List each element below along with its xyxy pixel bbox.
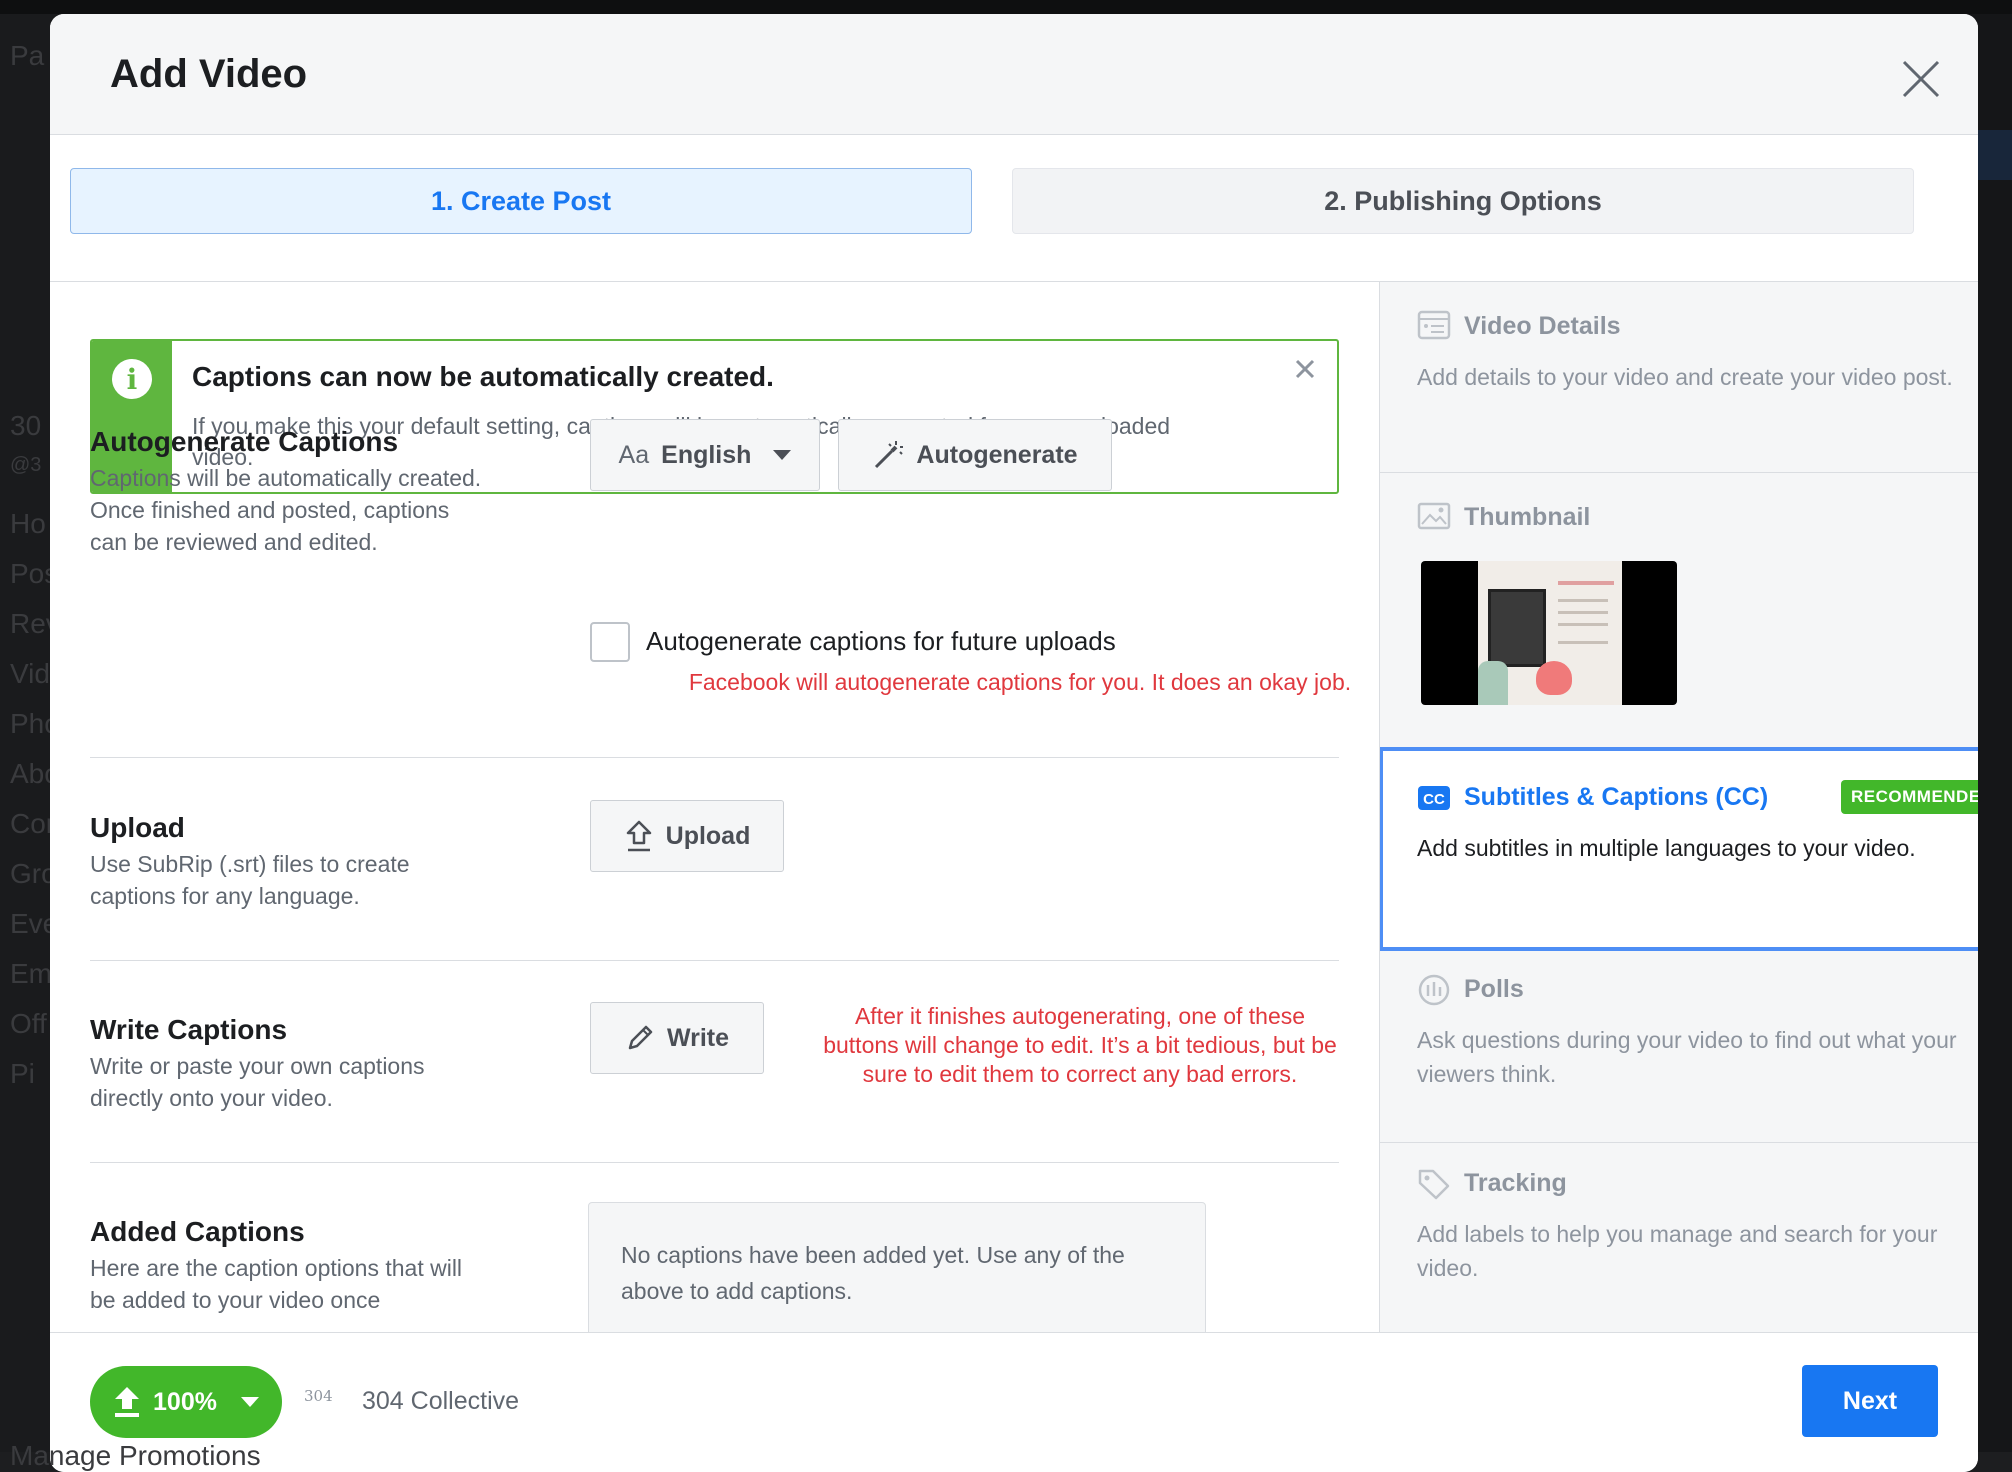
thumb-line [1558,611,1608,614]
step-tabs: 1. Create Post 2. Publishing Options [50,135,1978,282]
magic-wand-icon [875,441,904,469]
pencil-icon [628,1025,653,1050]
sidebar-item-label: Subtitles & Captions (CC) [1464,783,1769,811]
sidebar-item-polls[interactable]: Polls Ask questions during your video to… [1380,951,1978,1143]
divider [90,1162,1339,1163]
write-button[interactable]: Write [590,1002,764,1074]
close-icon[interactable] [1898,56,1944,102]
annotation-write: After it finishes autogenerating, one of… [823,1003,1337,1087]
poll-icon [1418,974,1450,1006]
background-topbar [0,0,2012,14]
modal-header: Add Video [50,14,1978,135]
captions-panel: i Captions can now be automatically crea… [50,282,1379,1332]
autogenerate-future-label: Autogenerate captions for future uploads [646,626,1116,656]
thumb-line [1558,641,1608,644]
sidebar-item-label: Polls [1464,975,1524,1003]
image-icon [1417,502,1451,530]
upload-button[interactable]: Upload [590,800,784,872]
sidebar-item-desc: Add details to your video and create you… [1417,364,1953,390]
chevron-down-icon [773,450,792,460]
cc-icon: CC [1418,786,1450,810]
next-button[interactable]: Next [1802,1365,1938,1437]
tab-create-post[interactable]: 1. Create Post [70,168,972,234]
sidebar-item-subtitles-captions[interactable]: CC Subtitles & Captions (CC) RECOMMENDED… [1380,747,1978,951]
autogenerate-desc: Captions will be automatically created. … [90,465,482,555]
sidebar-item-tracking[interactable]: Tracking Add labels to help you manage a… [1380,1143,1978,1332]
upload-desc: Use SubRip (.srt) files to create captio… [90,851,410,909]
chevron-down-icon [240,1397,259,1407]
autogenerate-label: Autogenerate [916,440,1078,469]
bg-nav-item: Em [10,958,52,989]
autogenerate-future-checkbox[interactable] [590,622,630,662]
upload-progress-button[interactable]: 100% [90,1366,282,1438]
sidebar-item-label: Tracking [1464,1169,1567,1197]
page-logo: 304 [304,1387,333,1405]
bg-nav-item: Vid [10,658,50,689]
text-size-icon: Aa [618,440,650,469]
thumb-line [1558,581,1614,585]
svg-text:CC: CC [1423,791,1445,808]
bg-nav-item: @3 [10,454,42,476]
sidebar-item-label: Thumbnail [1464,503,1591,531]
sidebar-item-video-details[interactable]: Video Details Add details to your video … [1380,282,1978,473]
modal-title: Add Video [110,52,308,96]
added-captions-empty-text: No captions have been added yet. Use any… [621,1242,1125,1304]
thumb-line [1558,623,1608,626]
divider [90,960,1339,961]
write-title: Write Captions [90,1014,288,1045]
language-label: English [661,440,752,469]
autogenerate-title: Autogenerate Captions [90,426,399,457]
added-captions-desc: Here are the caption options that will b… [90,1255,463,1313]
bg-nav-item: Pa [10,40,45,71]
upload-title: Upload [90,812,185,843]
write-label: Write [666,1023,730,1052]
bg-nav-item: Off [10,1008,47,1039]
page-name: 304 Collective [362,1387,520,1415]
autogenerate-button[interactable]: Autogenerate [838,419,1112,491]
upload-progress-label: 100% [153,1387,217,1416]
bg-bottom-text: Manage Promotions [10,1440,261,1471]
sidebar-item-desc: Add labels to help you manage and search… [1417,1221,1938,1281]
write-desc: Write or paste your own captions directl… [90,1053,425,1111]
added-captions-title: Added Captions [90,1216,305,1247]
add-video-modal: Add Video 1. Create Post 2. Publishing O… [50,14,1978,1472]
thumbnail-frame [1478,561,1622,705]
background-chip [1975,130,2012,180]
language-select[interactable]: Aa English [590,419,820,491]
video-thumbnail[interactable] [1421,561,1677,705]
letter-board-image [1488,589,1546,667]
upload-arrow-icon [115,1387,140,1417]
thumb-line [1558,599,1608,602]
info-icon: i [112,359,152,399]
bg-nav-item: Ho [10,508,46,539]
modal-footer: 100% 304 304 Collective Next [50,1332,1978,1472]
annotation-autogenerate: Facebook will autogenerate captions for … [688,669,1352,695]
bg-nav-item: 30 [10,410,42,441]
divider [90,757,1339,758]
tab-publishing-options[interactable]: 2. Publishing Options [1012,168,1914,234]
sidebar-item-label: Video Details [1464,312,1621,340]
upload-icon [626,820,651,852]
upload-label: Upload [665,821,751,850]
banner-close-icon[interactable] [1295,359,1315,379]
banner-title: Captions can now be automatically create… [192,361,774,392]
plant-image [1478,661,1508,705]
tag-icon [1418,1169,1450,1200]
video-details-icon [1417,310,1451,340]
bg-nav-item: Pi [10,1058,35,1089]
video-options-sidebar: Video Details Add details to your video … [1379,282,1978,1332]
heart-image [1536,661,1572,695]
sidebar-item-desc: Ask questions during your video to find … [1417,1027,1957,1087]
recommended-badge: RECOMMENDED [1841,780,1978,814]
sidebar-item-desc: Add subtitles in multiple languages to y… [1417,835,1916,861]
added-captions-empty-box: No captions have been added yet. Use any… [588,1202,1206,1332]
